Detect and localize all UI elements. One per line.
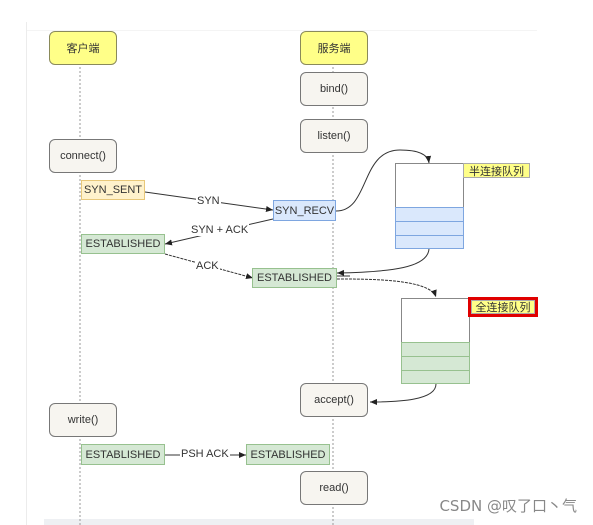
half-open-queue-label: 半连接队列: [463, 163, 530, 178]
client-established-data-label: ESTABLISHED: [85, 448, 161, 461]
half-open-queue-slot: [395, 221, 464, 236]
listen-call-label: listen(): [317, 130, 351, 142]
bind-call: bind(): [300, 72, 368, 106]
syn-ack-label: SYN + ACK: [190, 224, 250, 236]
listen-call: listen(): [300, 119, 368, 153]
connect-call-label: connect(): [60, 150, 106, 162]
client-established-state: ESTABLISHED: [81, 234, 165, 254]
ack-label: ACK: [195, 260, 220, 272]
server-syn-recv-label: SYN_RECV: [274, 204, 335, 217]
half-open-queue-slot: [395, 235, 464, 249]
full-queue: [401, 298, 470, 384]
server-established-data-state: ESTABLISHED: [246, 444, 330, 465]
write-call-label: write(): [67, 414, 99, 426]
full-queue-slot: [401, 342, 470, 357]
psh-ack-label: PSH ACK: [180, 448, 230, 460]
half-queue-to-established-arrow: [336, 247, 430, 276]
full-queue-label: 全连接队列: [468, 297, 538, 317]
accept-call-label: accept(): [314, 394, 354, 406]
client-actor-label: 客户端: [66, 43, 100, 55]
full-queue-slot: [401, 356, 470, 371]
half-open-queue-slot: [395, 207, 464, 222]
client-established-data-state: ESTABLISHED: [81, 444, 165, 465]
server-established-label: ESTABLISHED: [257, 272, 332, 284]
server-established-data-label: ESTABLISHED: [250, 448, 326, 461]
server-established-state: ESTABLISHED: [252, 268, 337, 288]
client-established-label: ESTABLISHED: [85, 238, 161, 250]
established-to-full-queue-arrow: [336, 278, 437, 298]
client-syn-sent-label: SYN_SENT: [83, 184, 143, 196]
read-call-label: read(): [319, 482, 349, 494]
client-syn-sent-state: SYN_SENT: [81, 180, 145, 200]
write-call: write(): [49, 403, 117, 437]
syn-label: SYN: [196, 195, 221, 207]
accept-call: accept(): [300, 383, 368, 417]
csdn-watermark: CSDN @叹了口丶气: [439, 497, 577, 515]
bind-call-label: bind(): [319, 83, 349, 95]
client-actor: 客户端: [49, 31, 117, 65]
read-call: read(): [300, 471, 368, 505]
full-queue-to-accept-arrow: [369, 383, 437, 405]
server-syn-recv-state: SYN_RECV: [273, 200, 336, 221]
connect-call: connect(): [49, 139, 117, 173]
server-actor-label: 服务端: [317, 43, 351, 55]
half-open-queue: [395, 163, 464, 249]
full-queue-slot: [401, 370, 470, 384]
server-actor: 服务端: [300, 31, 368, 65]
